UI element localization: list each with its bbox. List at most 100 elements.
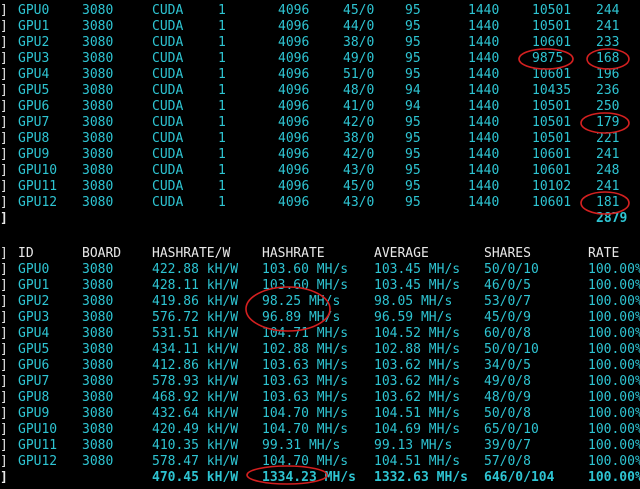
table-cell: 576.72 kH/W <box>152 310 239 325</box>
table-cell: 646/0/104 <box>484 470 555 485</box>
table-row: ] GPU4 3080 CUDA 1 4096 51/0 95 1440 10601 196 <box>0 67 640 83</box>
table-cell: CUDA <box>152 35 184 50</box>
line-prefix: ] <box>0 211 8 226</box>
table-cell: CUDA <box>152 131 184 146</box>
table-cell: 103.63 MH/s <box>262 390 349 405</box>
table-cell: 1440 <box>468 51 500 66</box>
table-cell: 3080 <box>82 278 114 293</box>
table-cell: 1 <box>218 67 226 82</box>
table-cell: 3080 <box>82 358 114 373</box>
table-cell: 9875 <box>532 51 564 66</box>
table-cell: 100.00% <box>588 422 640 437</box>
table-cell: 4096 <box>278 147 310 162</box>
table-cell: 248 <box>596 163 620 178</box>
table-cell: 10501 <box>532 131 572 146</box>
table-cell: 43/0 <box>343 163 375 178</box>
table-row: ] GPU0 3080 422.88 kH/W 103.60 MH/s 103.45 MH… <box>0 262 640 278</box>
table-row: ] GPU3 3080 CUDA 1 4096 49/0 95 1440 9875 168 <box>0 51 640 67</box>
table-row: ] GPU12 3080 578.47 kH/W 104.70 MH/s 104.51 M… <box>0 454 640 470</box>
table-cell: 1440 <box>468 163 500 178</box>
table-cell: GPU5 <box>18 342 50 357</box>
table-cell: 3080 <box>82 374 114 389</box>
table-cell: 102.88 MH/s <box>374 342 461 357</box>
table-row: ] GPU7 3080 578.93 kH/W 103.63 MH/s 103.62 MH… <box>0 374 640 390</box>
table-cell: 4096 <box>278 179 310 194</box>
table-cell: 1 <box>218 195 226 210</box>
table-cell: 103.45 MH/s <box>374 278 461 293</box>
line-prefix: ] <box>0 438 8 453</box>
line-prefix: ] <box>0 342 8 357</box>
table-cell: 241 <box>596 147 620 162</box>
table-cell: 49/0/8 <box>484 374 531 389</box>
table-cell: 412.86 kH/W <box>152 358 239 373</box>
table-cell: 4096 <box>278 67 310 82</box>
table-cell: GPU11 <box>18 438 58 453</box>
table-cell: CUDA <box>152 163 184 178</box>
table-cell: 95 <box>405 3 421 18</box>
table-cell: 103.63 MH/s <box>262 358 349 373</box>
table-cell: 98.05 MH/s <box>374 294 453 309</box>
table-cell: 179 <box>596 115 620 130</box>
table-row: ] GPU11 3080 CUDA 1 4096 45/0 95 1440 10102 241 <box>0 179 640 195</box>
table-cell: 45/0 <box>343 179 375 194</box>
table-cell: GPU9 <box>18 147 50 162</box>
table-cell: 241 <box>596 19 620 34</box>
table-cell: GPU9 <box>18 406 50 421</box>
table-cell: 103.45 MH/s <box>374 262 461 277</box>
table-cell: 3080 <box>82 83 114 98</box>
table-cell: 4096 <box>278 163 310 178</box>
table-cell: 531.51 kH/W <box>152 326 239 341</box>
table-cell: 65/0/10 <box>484 422 539 437</box>
table-cell: AVERAGE <box>374 246 429 261</box>
table-cell: GPU11 <box>18 179 58 194</box>
table-cell: 60/0/8 <box>484 326 531 341</box>
table-cell: 1 <box>218 163 226 178</box>
table-cell: 1 <box>218 115 226 130</box>
table-cell: 41/0 <box>343 99 375 114</box>
table-row: ] GPU5 3080 434.11 kH/W 102.88 MH/s 102.88 MH… <box>0 342 640 358</box>
table-cell: 50/0/10 <box>484 262 539 277</box>
table-cell: 578.47 kH/W <box>152 454 239 469</box>
table-cell: 10501 <box>532 3 572 18</box>
table-row: ] GPU5 3080 CUDA 1 4096 48/0 94 1440 10435 236 <box>0 83 640 99</box>
table-cell: 4096 <box>278 51 310 66</box>
table-cell: 95 <box>405 51 421 66</box>
table-cell: 10601 <box>532 147 572 162</box>
table-cell: GPU12 <box>18 454 58 469</box>
table-cell: 1 <box>218 179 226 194</box>
table-cell: 46/0/5 <box>484 278 531 293</box>
table-cell: 100.00% <box>588 406 640 421</box>
table-cell: 10601 <box>532 67 572 82</box>
table-cell: 10501 <box>532 99 572 114</box>
table-cell: GPU10 <box>18 422 58 437</box>
line-prefix: ] <box>0 163 8 178</box>
table-cell: 3080 <box>82 438 114 453</box>
table-cell: CUDA <box>152 51 184 66</box>
table-cell: HASHRATE <box>262 246 325 261</box>
line-prefix: ] <box>0 278 8 293</box>
table-cell: 241 <box>596 179 620 194</box>
table-row: ] GPU1 3080 428.11 kH/W 103.60 MH/s 103.45 MH… <box>0 278 640 294</box>
table-cell: 4096 <box>278 19 310 34</box>
table-cell: 10102 <box>532 179 572 194</box>
table-cell: GPU4 <box>18 67 50 82</box>
line-prefix: ] <box>0 246 8 261</box>
table-cell: 34/0/5 <box>484 358 531 373</box>
table-cell: 10501 <box>532 19 572 34</box>
table-cell: 1440 <box>468 115 500 130</box>
table-cell: 51/0 <box>343 67 375 82</box>
table-cell: 42/0 <box>343 115 375 130</box>
table-cell: 94 <box>405 99 421 114</box>
table-cell: 4096 <box>278 3 310 18</box>
table-cell: CUDA <box>152 19 184 34</box>
table-cell: 3080 <box>82 35 114 50</box>
table-cell: 103.62 MH/s <box>374 358 461 373</box>
table-row: ] GPU6 3080 CUDA 1 4096 41/0 94 1440 10501 250 <box>0 99 640 115</box>
table-cell: 95 <box>405 195 421 210</box>
table-cell: 3080 <box>82 454 114 469</box>
table-row: ] GPU4 3080 531.51 kH/W 104.71 MH/s 104.52 MH… <box>0 326 640 342</box>
table-cell: 3080 <box>82 3 114 18</box>
table-cell: 104.69 MH/s <box>374 422 461 437</box>
table-header: ] ID BOARD HASHRATE/W HASHRATE AVERAGE SHARES R… <box>0 246 640 262</box>
table-row: ] GPU8 3080 468.92 kH/W 103.63 MH/s 103.62 MH… <box>0 390 640 406</box>
